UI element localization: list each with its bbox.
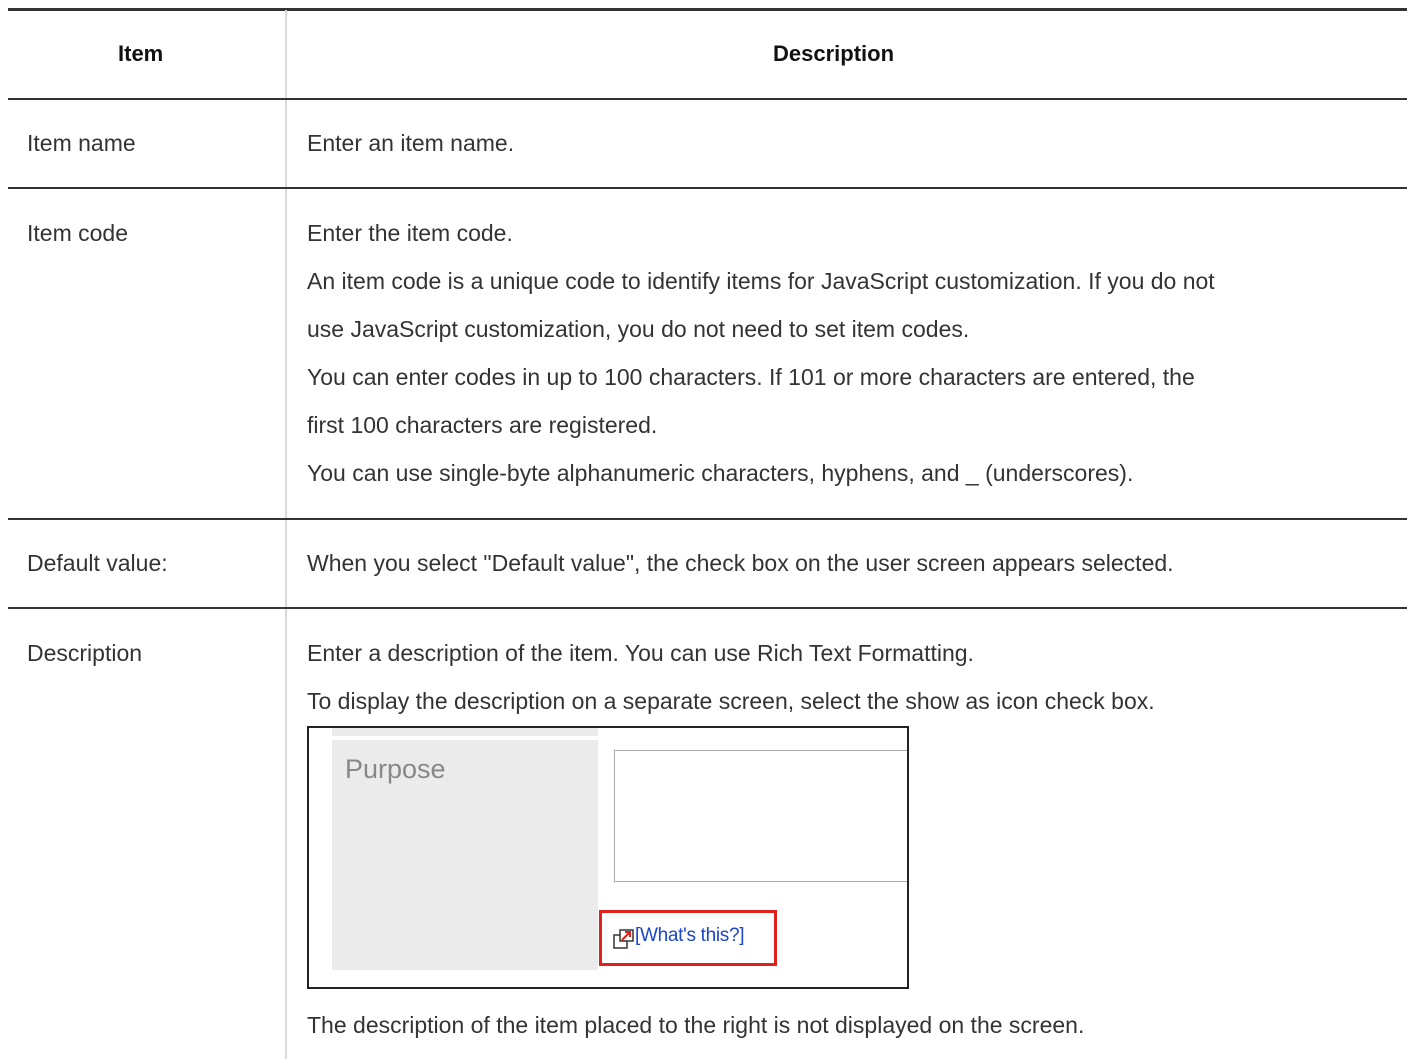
row-label-item-code: Item code — [27, 220, 128, 246]
description-line: You can enter codes in up to 100 charact… — [307, 364, 1195, 390]
row-separator — [8, 518, 1407, 520]
row-description-note: The description of the item placed to th… — [307, 1001, 1387, 1049]
row-separator — [8, 187, 1407, 189]
header-item: Item — [118, 41, 164, 66]
description-line: use JavaScript customization, you do not… — [307, 316, 970, 342]
description-line: Enter an item name. — [307, 130, 515, 156]
description-line: first 100 characters are registered. — [307, 412, 658, 438]
description-line: When you select "Default value", the che… — [307, 550, 1174, 576]
description-line: Enter a description of the item. You can… — [307, 640, 974, 666]
description-line: Enter the item code. — [307, 220, 513, 246]
whats-this-highlight: [What's this?] — [599, 910, 777, 966]
header-description: Description — [773, 41, 895, 66]
whats-this-link[interactable]: [What's this?] — [635, 925, 745, 947]
table-top-border — [8, 8, 1407, 11]
description-line: You can use single-byte alphanumeric cha… — [307, 460, 1134, 486]
row-label-item-name: Item name — [27, 130, 136, 156]
row-description-default-value: When you select "Default value", the che… — [307, 539, 1387, 587]
row-description-item-code: Enter the item code. An item code is a u… — [307, 209, 1387, 497]
row-description-description: Enter a description of the item. You can… — [307, 629, 1387, 725]
open-in-new-window-icon — [613, 929, 634, 949]
row-separator — [8, 607, 1407, 609]
settings-table: Item Description Item name Enter an item… — [0, 0, 1407, 1059]
description-note: The description of the item placed to th… — [307, 1012, 1085, 1038]
example-screenshot: Purpose [What's this?] — [307, 726, 909, 989]
purpose-textarea — [614, 750, 907, 882]
row-label-default-value: Default value: — [27, 550, 168, 576]
label-column-top — [332, 728, 598, 736]
column-divider — [285, 10, 287, 1059]
description-line: To display the description on a separate… — [307, 688, 1155, 714]
description-line: An item code is a unique code to identif… — [307, 268, 1215, 294]
header-bottom-border — [8, 98, 1407, 100]
purpose-label: Purpose — [345, 754, 446, 784]
row-label-description: Description — [27, 640, 143, 666]
row-description-item-name: Enter an item name. — [307, 119, 1387, 167]
